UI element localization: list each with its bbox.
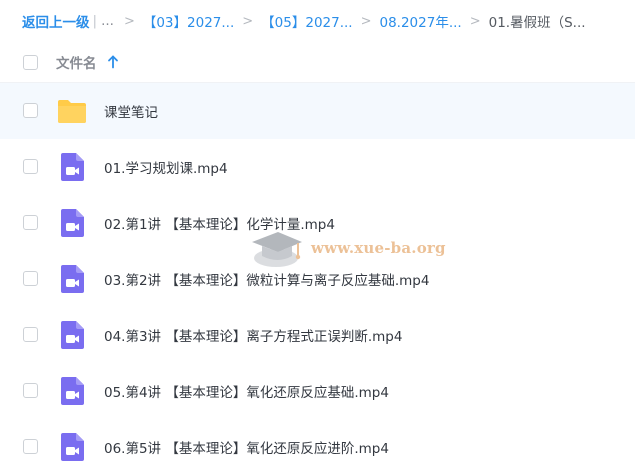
row-checkbox[interactable] [23, 439, 38, 454]
file-browser: 返回上一级 | ... > 【03】2027... > 【05】2027... … [0, 0, 635, 472]
back-link[interactable]: 返回上一级 [22, 11, 90, 31]
row-checkbox[interactable] [23, 215, 38, 230]
list-item[interactable]: 课堂笔记 [0, 83, 635, 139]
sort-ascending-icon[interactable] [107, 55, 119, 69]
row-checkbox[interactable] [23, 383, 38, 398]
video-file-icon [61, 209, 84, 237]
file-name[interactable]: 01.学习规划课.mp4 [104, 157, 228, 177]
video-file-icon [61, 153, 84, 181]
breadcrumb-item-3[interactable]: 08.2027年... [380, 11, 462, 31]
chevron-right-icon: > [123, 13, 135, 29]
row-checkbox[interactable] [23, 103, 38, 118]
chevron-right-icon: > [469, 13, 481, 29]
column-header-filename[interactable]: 文件名 [56, 52, 97, 72]
chevron-right-icon: > [360, 13, 372, 29]
video-file-icon [61, 321, 84, 349]
breadcrumb-current: 01.暑假班（S... [488, 15, 586, 31]
breadcrumb-divider: | [92, 13, 98, 29]
file-name[interactable]: 05.第4讲 【基本理论】氧化还原反应基础.mp4 [104, 381, 389, 401]
breadcrumb-item-2[interactable]: 【05】2027... [261, 11, 352, 31]
list-item[interactable]: 04.第3讲 【基本理论】离子方程式正误判断.mp4 [0, 307, 635, 363]
chevron-right-icon: > [242, 13, 254, 29]
list-item[interactable]: 06.第5讲 【基本理论】氧化还原反应进阶.mp4 [0, 419, 635, 472]
list-item[interactable]: 02.第1讲 【基本理论】化学计量.mp4 [0, 195, 635, 251]
breadcrumb-ellipsis[interactable]: ... [101, 13, 114, 29]
breadcrumb: 返回上一级 | ... > 【03】2027... > 【05】2027... … [0, 0, 635, 42]
row-checkbox[interactable] [23, 271, 38, 286]
select-all-checkbox[interactable] [23, 55, 38, 70]
folder-icon [58, 100, 86, 123]
row-checkbox[interactable] [23, 327, 38, 342]
video-file-icon [61, 265, 84, 293]
file-list: 课堂笔记 01.学习规划课.mp4 02.第1讲 【基本理论】化学计量.mp4 [0, 83, 635, 472]
file-name[interactable]: 02.第1讲 【基本理论】化学计量.mp4 [104, 213, 335, 233]
file-name[interactable]: 课堂笔记 [104, 101, 158, 121]
breadcrumb-item-1[interactable]: 【03】2027... [143, 11, 234, 31]
list-header: 文件名 [0, 42, 635, 83]
file-name[interactable]: 06.第5讲 【基本理论】氧化还原反应进阶.mp4 [104, 437, 389, 457]
file-name[interactable]: 04.第3讲 【基本理论】离子方程式正误判断.mp4 [104, 325, 402, 345]
video-file-icon [61, 377, 84, 405]
list-item[interactable]: 01.学习规划课.mp4 [0, 139, 635, 195]
file-name[interactable]: 03.第2讲 【基本理论】微粒计算与离子反应基础.mp4 [104, 269, 429, 289]
list-item[interactable]: 05.第4讲 【基本理论】氧化还原反应基础.mp4 [0, 363, 635, 419]
video-file-icon [61, 433, 84, 461]
list-item[interactable]: 03.第2讲 【基本理论】微粒计算与离子反应基础.mp4 [0, 251, 635, 307]
row-checkbox[interactable] [23, 159, 38, 174]
